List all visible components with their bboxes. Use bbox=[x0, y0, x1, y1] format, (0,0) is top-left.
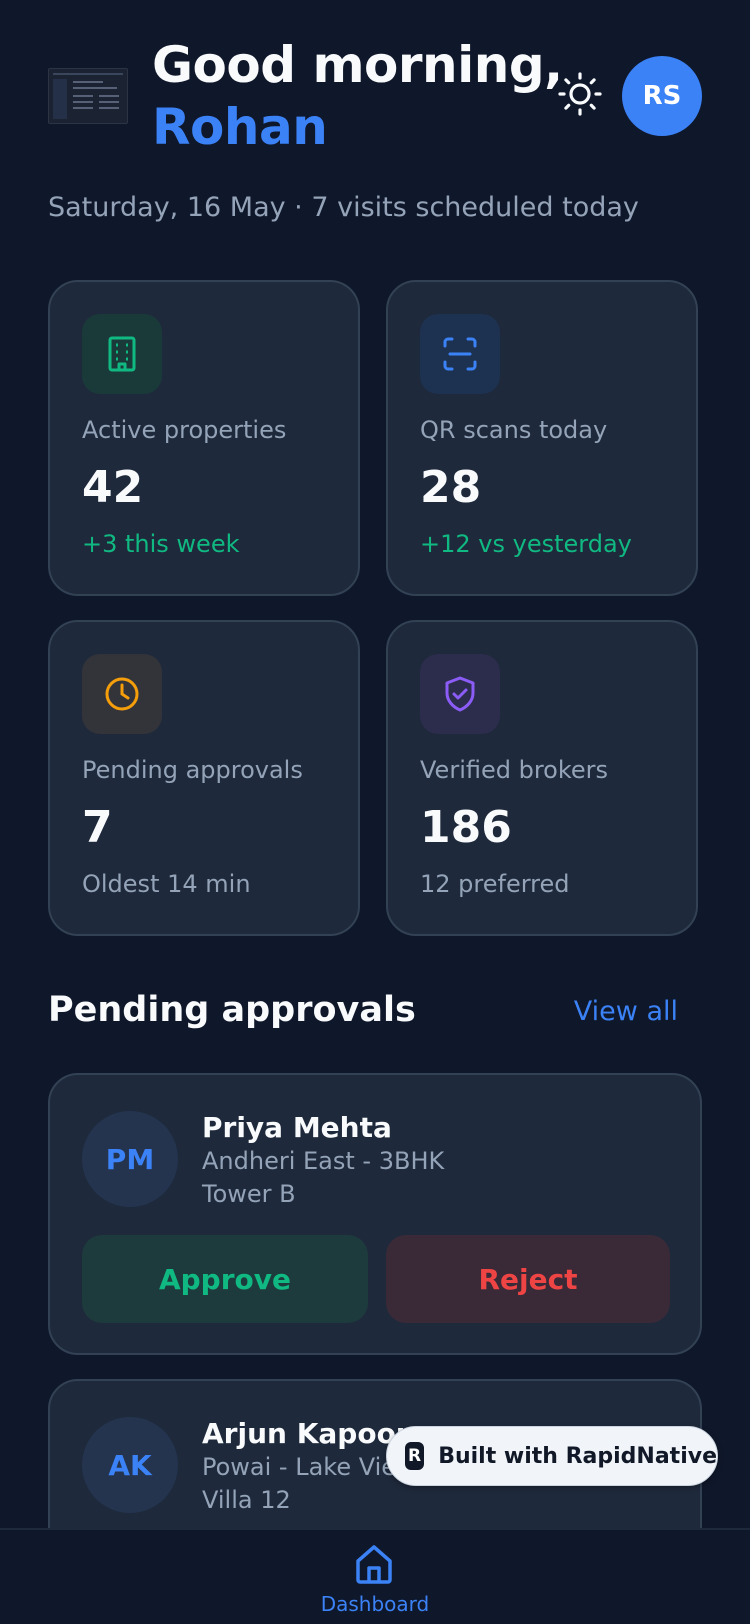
stat-value: 186 bbox=[420, 802, 512, 853]
nav-item-dashboard[interactable]: Dashboard bbox=[316, 1540, 434, 1624]
qr-scan-icon bbox=[443, 337, 477, 371]
stat-label: Active properties bbox=[82, 416, 287, 444]
building-icon bbox=[108, 336, 136, 372]
approval-card: PM Priya Mehta Andheri East - 3BHK Tower… bbox=[48, 1073, 702, 1355]
section-title-pending-approvals: Pending approvals bbox=[48, 990, 416, 1030]
stat-note: +3 this week bbox=[82, 530, 240, 558]
property-unit: Tower B bbox=[202, 1180, 296, 1208]
requester-avatar: AK bbox=[82, 1417, 178, 1513]
stat-note: 12 preferred bbox=[420, 870, 570, 898]
stat-label: Verified brokers bbox=[420, 756, 609, 784]
dashboard-screen: Good morning, Rohan RS Saturday, 16 May … bbox=[0, 0, 750, 1624]
badge-text: Built with RapidNative bbox=[438, 1443, 717, 1469]
stat-icon-box bbox=[420, 314, 500, 394]
stat-value: 42 bbox=[82, 462, 144, 513]
requester-avatar: PM bbox=[82, 1111, 178, 1207]
stat-label: QR scans today bbox=[420, 416, 608, 444]
stat-value: 7 bbox=[82, 802, 113, 853]
view-all-link[interactable]: View all bbox=[574, 996, 678, 1027]
user-name: Rohan bbox=[152, 98, 328, 156]
stat-icon-box bbox=[82, 654, 162, 734]
theme-toggle-button[interactable] bbox=[556, 70, 604, 118]
user-avatar[interactable]: RS bbox=[622, 56, 702, 136]
greeting-text: Good morning, bbox=[152, 36, 563, 94]
stat-card-qr-scans[interactable]: QR scans today 28 +12 vs yesterday bbox=[386, 280, 698, 596]
property-location: Powai - Lake View bbox=[202, 1453, 416, 1481]
nav-label: Dashboard bbox=[320, 1592, 430, 1616]
requester-name: Arjun Kapoor bbox=[202, 1417, 410, 1450]
clock-icon bbox=[105, 677, 139, 711]
shield-check-icon bbox=[445, 676, 475, 712]
property-location: Andheri East - 3BHK bbox=[202, 1147, 445, 1175]
stat-note: +12 vs yesterday bbox=[420, 530, 632, 558]
stat-note: Oldest 14 min bbox=[82, 870, 251, 898]
stat-card-pending-approvals[interactable]: Pending approvals 7 Oldest 14 min bbox=[48, 620, 360, 936]
stat-icon-box bbox=[82, 314, 162, 394]
built-with-badge[interactable]: R Built with RapidNative bbox=[386, 1426, 718, 1486]
reject-button[interactable]: Reject bbox=[386, 1235, 670, 1323]
bottom-nav: Dashboard bbox=[0, 1528, 750, 1624]
date-summary: Saturday, 16 May · 7 visits scheduled to… bbox=[48, 192, 639, 223]
property-unit: Villa 12 bbox=[202, 1486, 291, 1514]
stat-icon-box bbox=[420, 654, 500, 734]
home-icon bbox=[356, 1545, 392, 1584]
app-thumbnail bbox=[48, 68, 128, 124]
header: Good morning, Rohan RS bbox=[48, 36, 702, 166]
stat-card-verified-brokers[interactable]: Verified brokers 186 12 preferred bbox=[386, 620, 698, 936]
stat-label: Pending approvals bbox=[82, 756, 303, 784]
stat-card-active-properties[interactable]: Active properties 42 +3 this week bbox=[48, 280, 360, 596]
sun-icon bbox=[558, 72, 602, 116]
requester-name: Priya Mehta bbox=[202, 1111, 392, 1144]
approve-button[interactable]: Approve bbox=[82, 1235, 368, 1323]
stat-value: 28 bbox=[420, 462, 482, 513]
rapidnative-logo-icon: R bbox=[405, 1442, 425, 1470]
